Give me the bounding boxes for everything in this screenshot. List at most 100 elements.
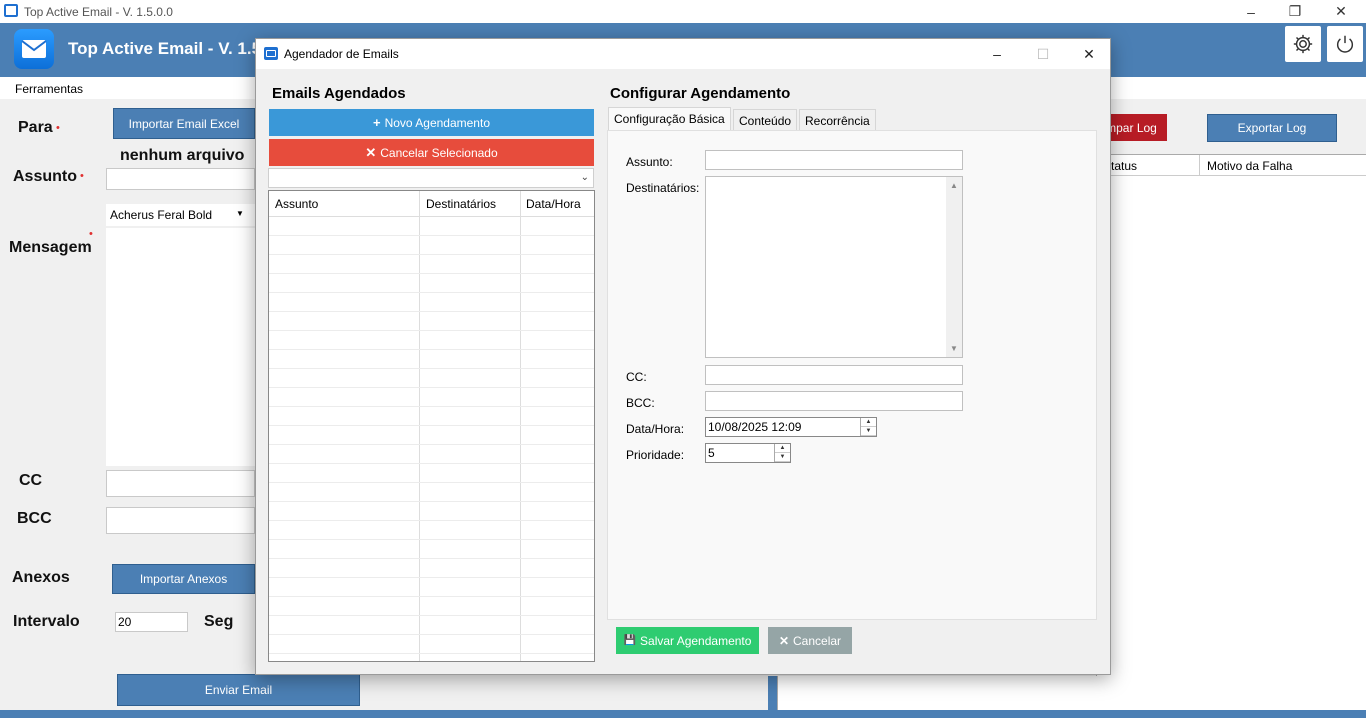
schedule-recipients-textarea[interactable]: ▲ ▼	[705, 176, 963, 358]
grid-row-line	[269, 634, 594, 635]
dialog-maximize-button: ☐	[1036, 45, 1050, 62]
send-email-button[interactable]: Enviar Email	[117, 674, 360, 706]
app-title: Top Active Email - V. 1.5	[68, 39, 262, 58]
dialog-titlebar: Agendador de Emails – ☐ ✕	[256, 39, 1110, 69]
chevron-down-icon: ⌄	[580, 172, 589, 183]
spin-up-icon[interactable]: ▲	[861, 418, 876, 427]
bcc-input[interactable]	[106, 507, 255, 534]
scroll-up-icon[interactable]: ▲	[946, 181, 962, 190]
col-subject[interactable]: Assunto	[269, 191, 420, 217]
dialog-close-button[interactable]: ✕	[1066, 39, 1112, 69]
bcc-field-label: BCC:	[626, 396, 655, 410]
grid-row-line	[269, 501, 594, 502]
log-area-bottom	[777, 676, 1366, 710]
save-icon: 💾	[623, 635, 637, 646]
cancel-selected-label: Cancelar Selecionado	[380, 145, 498, 160]
log-grid[interactable]: tatus Motivo da Falha	[1096, 154, 1366, 710]
splitter[interactable]	[768, 676, 777, 710]
dialog-minimize-button[interactable]: –	[974, 39, 1020, 69]
settings-gear-icon[interactable]	[1285, 26, 1321, 62]
required-mark: •	[56, 122, 60, 134]
priority-value: 5	[708, 446, 715, 460]
datetime-field-label: Data/Hora:	[626, 422, 685, 436]
required-mark: •	[80, 170, 84, 182]
cancel-button[interactable]: ✕ Cancelar	[768, 627, 852, 654]
grid-row-line	[269, 425, 594, 426]
status-bar	[0, 710, 1366, 718]
close-button[interactable]: ✕	[1318, 0, 1364, 23]
x-icon: ✕	[365, 144, 377, 160]
schedule-subject-input[interactable]	[705, 150, 963, 170]
save-schedule-button[interactable]: 💾 Salvar Agendamento	[616, 627, 759, 654]
bcc-label: BCC	[17, 510, 52, 527]
grid-row-line	[269, 254, 594, 255]
scroll-down-icon[interactable]: ▼	[946, 344, 962, 353]
configure-schedule-title: Configurar Agendamento	[610, 85, 791, 102]
grid-row-line	[269, 558, 594, 559]
message-label: Mensagem	[9, 239, 92, 256]
col-datetime[interactable]: Data/Hora	[520, 191, 594, 217]
cancel-selected-button[interactable]: ✕ Cancelar Selecionado	[269, 139, 594, 166]
grid-row-line	[269, 577, 594, 578]
plus-icon: +	[372, 115, 381, 130]
restore-button[interactable]: ❐	[1272, 0, 1318, 23]
seconds-label: Seg	[204, 613, 234, 630]
grid-row-line	[269, 653, 594, 654]
priority-stepper[interactable]: 5 ▲ ▼	[705, 443, 791, 463]
log-col-reason[interactable]: Motivo da Falha	[1207, 159, 1292, 173]
tab-basic-config[interactable]: Configuração Básica	[608, 107, 731, 131]
interval-input[interactable]: 20	[115, 612, 188, 632]
filter-dropdown[interactable]: ⌄	[268, 168, 594, 188]
grid-row-line	[269, 235, 594, 236]
grid-row-line	[269, 463, 594, 464]
spin-down-icon[interactable]: ▼	[775, 453, 790, 462]
grid-row-line	[269, 368, 594, 369]
no-file-label: nenhum arquivo	[120, 147, 245, 164]
grid-row-line	[269, 520, 594, 521]
message-editor[interactable]	[106, 228, 255, 466]
schedule-cc-input[interactable]	[705, 365, 963, 385]
interval-label: Intervalo	[13, 613, 80, 630]
dialog-title: Agendador de Emails	[284, 47, 399, 61]
datetime-picker[interactable]: 10/08/2025 12:09 ▲ ▼	[705, 417, 877, 437]
log-col-status[interactable]: tatus	[1111, 159, 1137, 173]
tab-page-basic: Assunto: Destinatários: ▲ ▼ CC: BCC: Dat…	[607, 130, 1097, 620]
spin-up-icon[interactable]: ▲	[775, 444, 790, 453]
grid-row-line	[269, 311, 594, 312]
subject-input[interactable]	[106, 168, 255, 190]
required-mark: •	[89, 228, 93, 240]
grid-row-line	[269, 387, 594, 388]
cc-field-label: CC:	[626, 370, 647, 384]
spin-down-icon[interactable]: ▼	[861, 427, 876, 436]
schedule-bcc-input[interactable]	[705, 391, 963, 411]
import-excel-button[interactable]: Importar Email Excel	[113, 108, 255, 139]
tab-content[interactable]: Conteúdo	[733, 109, 798, 130]
scheduler-dialog: Agendador de Emails – ☐ ✕ Emails Agendad…	[255, 38, 1111, 675]
chevron-down-icon: ▼	[236, 209, 244, 218]
grid-row-line	[269, 596, 594, 597]
new-schedule-button[interactable]: + Novo Agendamento	[269, 109, 594, 136]
font-select[interactable]: Acherus Feral Bold ▼	[106, 204, 255, 226]
grid-row-line	[269, 330, 594, 331]
export-log-button[interactable]: Exportar Log	[1207, 114, 1337, 142]
cc-input[interactable]	[106, 470, 255, 497]
cancel-label: Cancelar	[793, 633, 842, 648]
grid-row-line	[269, 273, 594, 274]
window-title: Top Active Email - V. 1.5.0.0	[24, 5, 173, 19]
cc-label: CC	[19, 472, 43, 489]
subject-field-label: Assunto:	[626, 155, 673, 169]
tab-recurrence[interactable]: Recorrência	[799, 109, 876, 130]
dialog-app-icon	[264, 47, 278, 60]
scheduled-emails-grid[interactable]: Assunto Destinatários Data/Hora	[268, 190, 595, 662]
attachments-label: Anexos	[12, 569, 70, 586]
x-icon: ✕	[778, 633, 790, 648]
power-icon[interactable]	[1327, 26, 1363, 62]
grid-row-line	[269, 349, 594, 350]
recipients-scrollbar[interactable]: ▲ ▼	[946, 177, 962, 357]
menu-tools[interactable]: Ferramentas	[15, 82, 83, 96]
grid-row-line	[269, 444, 594, 445]
col-recipients[interactable]: Destinatários	[420, 191, 520, 217]
minimize-button[interactable]: –	[1228, 0, 1274, 23]
priority-field-label: Prioridade:	[626, 448, 685, 462]
import-attachments-button[interactable]: Importar Anexos	[112, 564, 255, 594]
